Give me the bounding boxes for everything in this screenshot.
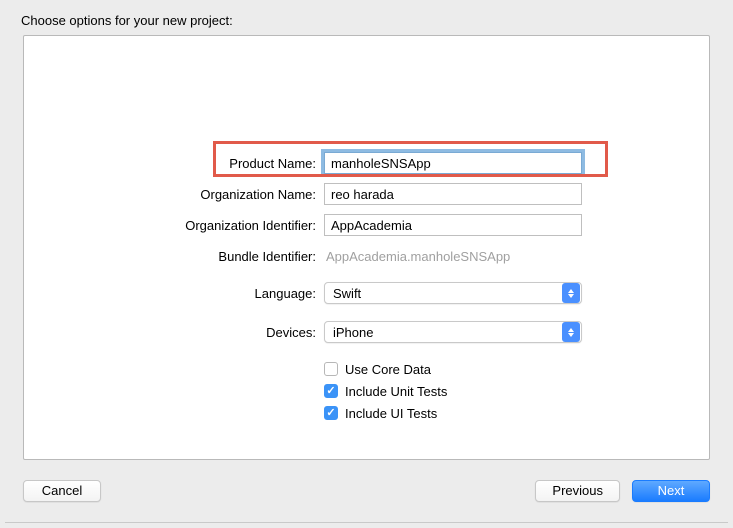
row-unit-tests: ✓ Include Unit Tests	[24, 380, 709, 402]
label-language: Language:	[24, 286, 324, 301]
ui-tests-checkbox[interactable]: ✓	[324, 406, 338, 420]
row-product-name: Product Name:	[24, 148, 709, 178]
org-name-input[interactable]	[324, 183, 582, 205]
unit-tests-checkbox[interactable]: ✓	[324, 384, 338, 398]
label-devices: Devices:	[24, 325, 324, 340]
row-ui-tests: ✓ Include UI Tests	[24, 402, 709, 424]
updown-icon	[562, 283, 580, 303]
label-product-name: Product Name:	[24, 156, 324, 171]
devices-popup[interactable]: iPhone	[324, 321, 582, 343]
label-org-name: Organization Name:	[24, 187, 324, 202]
label-org-id: Organization Identifier:	[24, 218, 324, 233]
row-org-id: Organization Identifier:	[24, 210, 709, 240]
form-panel: Product Name: Organization Name: Organiz…	[23, 35, 710, 460]
org-id-input[interactable]	[324, 214, 582, 236]
core-data-checkbox[interactable]	[324, 362, 338, 376]
row-org-name: Organization Name:	[24, 179, 709, 209]
check-icon: ✓	[326, 386, 335, 397]
unit-tests-label: Include Unit Tests	[345, 384, 447, 399]
row-language: Language: Swift	[24, 278, 709, 308]
updown-icon	[562, 322, 580, 342]
language-popup[interactable]: Swift	[324, 282, 582, 304]
dialog-sheet: Choose options for your new project: Pro…	[5, 5, 728, 523]
check-icon: ✓	[326, 408, 335, 419]
row-bundle-id: Bundle Identifier: AppAcademia.manholeSN…	[24, 241, 709, 271]
language-value: Swift	[325, 286, 562, 301]
devices-value: iPhone	[325, 325, 562, 340]
bundle-id-text: AppAcademia.manholeSNSApp	[324, 249, 510, 264]
dialog-footer: Cancel Previous Next	[23, 476, 710, 506]
next-button[interactable]: Next	[632, 480, 710, 502]
product-name-input[interactable]	[324, 152, 582, 174]
dialog-title: Choose options for your new project:	[21, 13, 233, 28]
previous-button[interactable]: Previous	[535, 480, 620, 502]
ui-tests-label: Include UI Tests	[345, 406, 437, 421]
row-devices: Devices: iPhone	[24, 317, 709, 347]
form-area: Product Name: Organization Name: Organiz…	[24, 148, 709, 424]
row-core-data: Use Core Data	[24, 358, 709, 380]
label-bundle-id: Bundle Identifier:	[24, 249, 324, 264]
cancel-button[interactable]: Cancel	[23, 480, 101, 502]
core-data-label: Use Core Data	[345, 362, 431, 377]
